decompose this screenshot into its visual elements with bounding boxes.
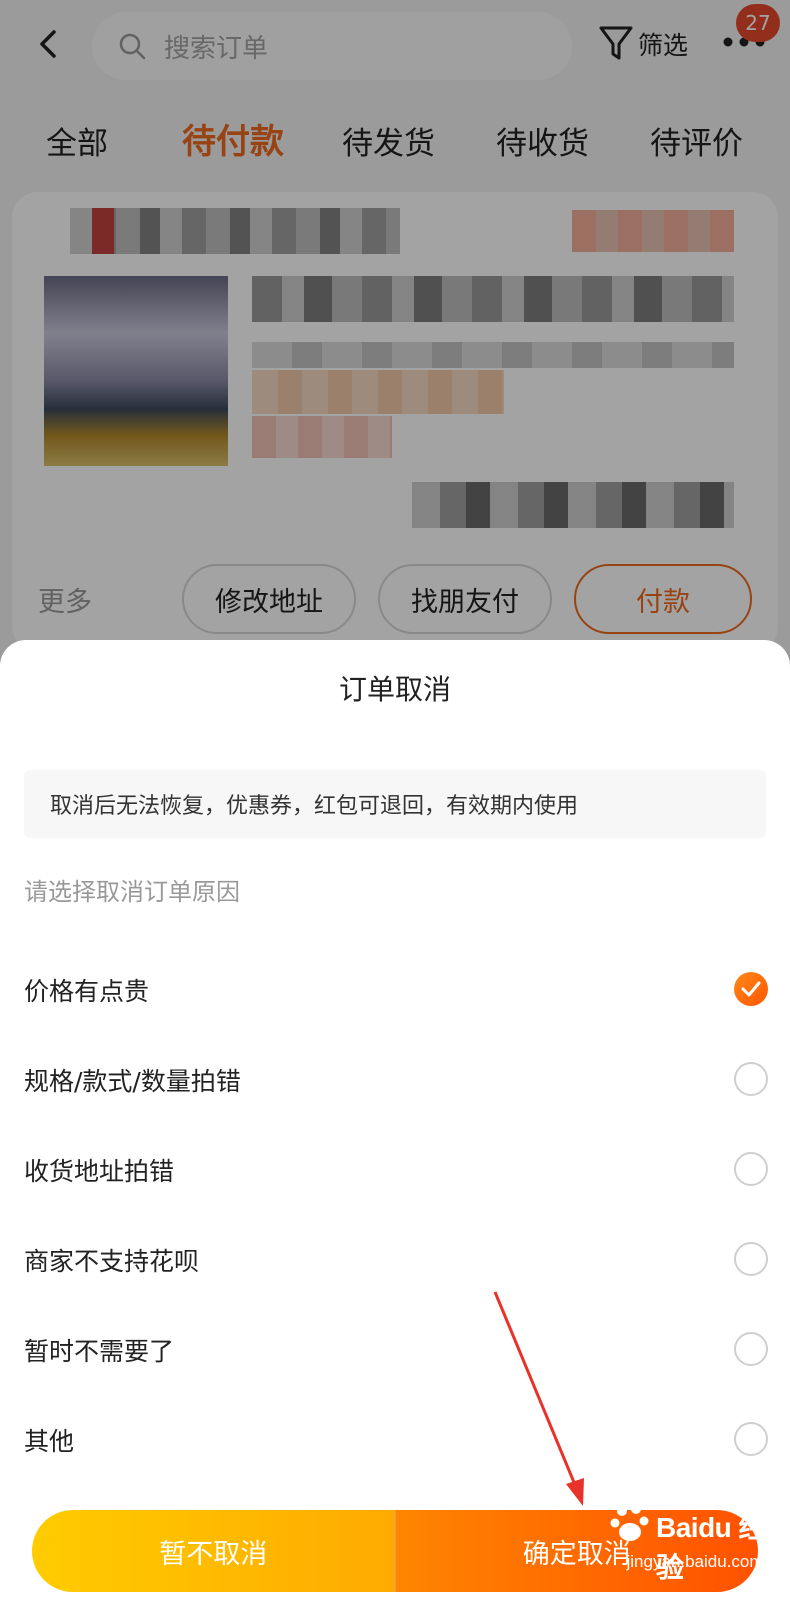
- reason-option[interactable]: 其他: [0, 1404, 790, 1474]
- reason-option[interactable]: 收货地址拍错: [0, 1134, 790, 1204]
- keep-order-button[interactable]: 暂不取消: [32, 1510, 395, 1592]
- radio-unchecked[interactable]: [734, 1152, 768, 1186]
- cancel-order-sheet: 订单取消 取消后无法恢复，优惠券，红包可退回，有效期内使用 请选择取消订单原因 …: [0, 640, 790, 1600]
- reason-prompt: 请选择取消订单原因: [24, 878, 240, 906]
- reason-option[interactable]: 暂时不需要了: [0, 1314, 790, 1384]
- watermark-brand: Baidu 经验: [656, 1512, 767, 1583]
- checkmark-icon: [741, 981, 761, 997]
- baidu-watermark: Baidu 经验 jingyan.baidu.com: [610, 1502, 780, 1592]
- radio-unchecked[interactable]: [734, 1332, 768, 1366]
- reason-label: 其他: [24, 1427, 75, 1456]
- radio-unchecked[interactable]: [734, 1422, 768, 1456]
- reason-option[interactable]: 规格/款式/数量拍错: [0, 1044, 790, 1114]
- reason-label: 商家不支持花呗: [24, 1247, 200, 1276]
- reason-option[interactable]: 价格有点贵: [0, 954, 790, 1024]
- paw-logo-icon: [610, 1504, 649, 1541]
- radio-unchecked[interactable]: [734, 1062, 768, 1096]
- cancel-notice: 取消后无法恢复，优惠券，红包可退回，有效期内使用: [24, 770, 766, 838]
- sheet-title: 订单取消: [338, 673, 451, 706]
- reason-label: 暂时不需要了: [24, 1337, 175, 1366]
- reason-option[interactable]: 商家不支持花呗: [0, 1224, 790, 1294]
- radio-checked[interactable]: [734, 972, 768, 1006]
- reason-label: 价格有点贵: [24, 977, 150, 1006]
- radio-unchecked[interactable]: [734, 1242, 768, 1276]
- reason-label: 收货地址拍错: [24, 1157, 175, 1186]
- reason-label: 规格/款式/数量拍错: [24, 1067, 241, 1096]
- watermark-url: jingyan.baidu.com: [626, 1552, 764, 1571]
